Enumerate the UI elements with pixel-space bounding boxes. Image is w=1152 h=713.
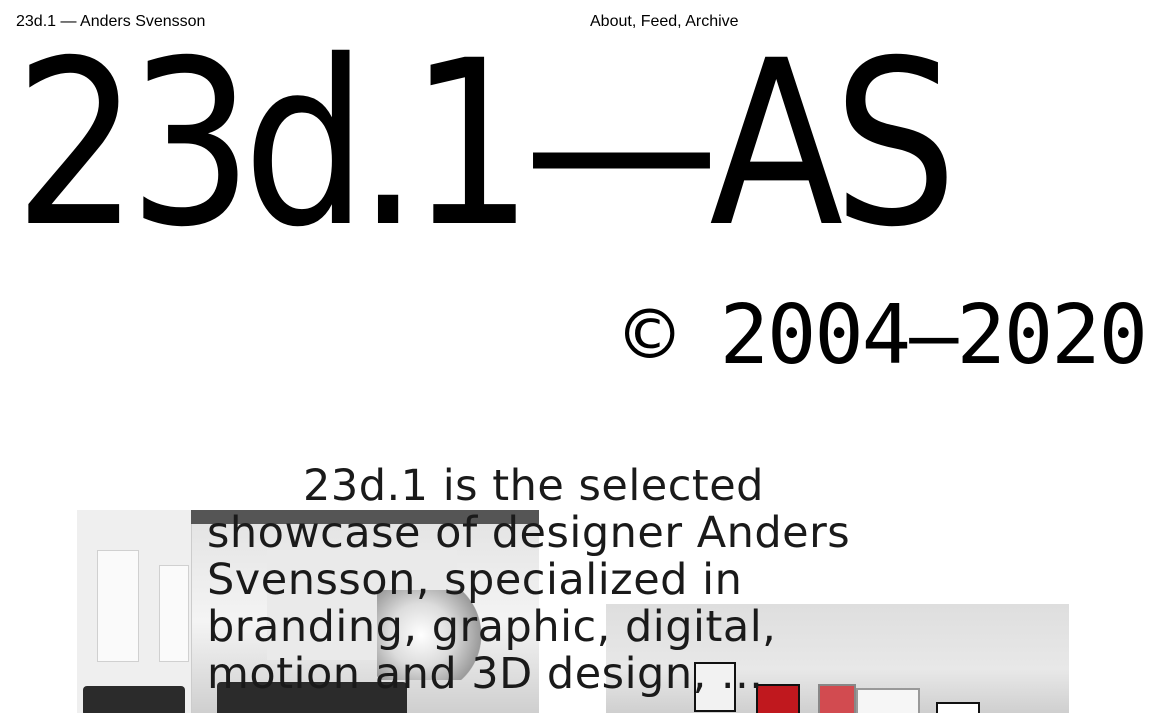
gallery-frame [97, 550, 139, 662]
gallery-sofa [83, 686, 185, 713]
intro-text: 23d.1 is the selected showcase of design… [207, 461, 851, 699]
shelf-frame [936, 702, 980, 713]
gallery-frame [159, 565, 189, 662]
copyright-years: © 2004–2020 [624, 288, 1148, 383]
hero-title: 23d.1—AS [14, 11, 958, 277]
